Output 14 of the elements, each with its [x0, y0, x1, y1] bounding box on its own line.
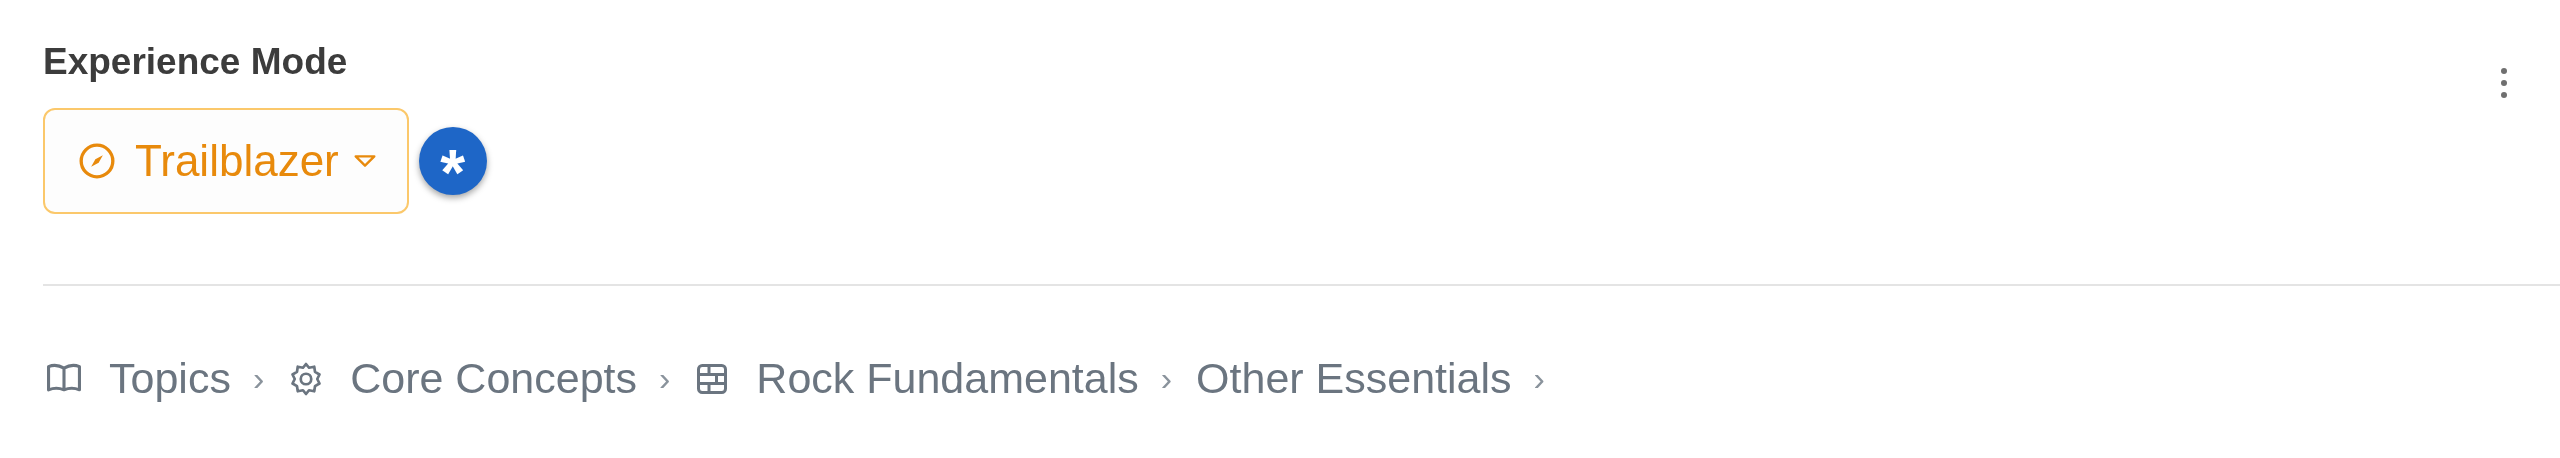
breadcrumb-link[interactable]: Other Essentials — [1196, 354, 1512, 403]
breadcrumb-separator: › — [252, 359, 265, 398]
more-options-icon[interactable] — [2500, 67, 2508, 99]
breadcrumb-separator: › — [659, 359, 671, 398]
caret-icon — [352, 154, 377, 168]
section-title: Experience Mode — [43, 40, 349, 84]
compass-icon — [77, 141, 117, 181]
breadcrumb-separator: › — [1533, 359, 1545, 398]
help-badge[interactable]: * — [418, 127, 487, 195]
breadcrumb-link[interactable]: Topics — [109, 354, 231, 403]
mode-dropdown[interactable]: Trailblazer — [43, 108, 409, 214]
breadcrumb-link[interactable]: Core Concepts — [350, 354, 638, 403]
breadcrumb-separator: › — [1160, 359, 1173, 398]
breadcrumb-link[interactable]: Rock Fundamentals — [756, 354, 1139, 403]
